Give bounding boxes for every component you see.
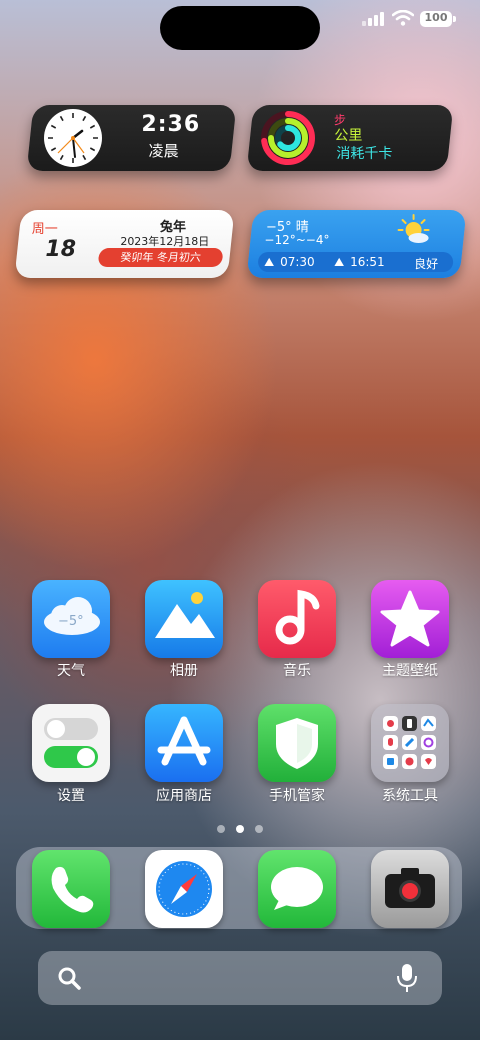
dock-phone[interactable] xyxy=(32,850,110,928)
app-store-icon xyxy=(157,716,211,766)
page-dot-1[interactable] xyxy=(217,825,225,833)
app-label-photos: 相册 xyxy=(170,663,198,679)
activity-calories-label: 消耗千卡 xyxy=(336,146,393,162)
mountain-photo-icon xyxy=(155,592,215,638)
phone-icon xyxy=(51,866,94,913)
sun-cloud-icon xyxy=(397,214,430,243)
dynamic-island xyxy=(160,6,320,50)
sunrise-icon: ⛰ xyxy=(264,255,275,269)
folder-grid-icon xyxy=(383,716,436,769)
calendar-widget[interactable]: 周一 18 兔年 2023年12月18日 癸卯年 冬月初六 xyxy=(14,210,235,278)
clock-period: 凌晨 xyxy=(148,142,179,160)
toggle-switch-icon xyxy=(44,718,98,768)
battery-icon: 100 xyxy=(420,11,452,27)
sunset-icon: ⛰ xyxy=(334,255,345,269)
microphone-icon[interactable] xyxy=(396,963,418,993)
page-dot-3[interactable] xyxy=(255,825,263,833)
app-label-settings: 设置 xyxy=(57,788,85,804)
app-music[interactable] xyxy=(258,580,336,658)
calendar-weekday: 周一 xyxy=(31,222,58,237)
star-icon xyxy=(380,590,440,647)
weather-icon-temp: −5° xyxy=(58,614,84,629)
calendar-date: 2023年12月18日 xyxy=(120,235,210,248)
sunrise-time: 07:30 xyxy=(280,255,315,269)
air-quality: 良好 xyxy=(414,257,439,271)
camera-icon xyxy=(385,868,435,908)
shield-icon xyxy=(276,718,318,769)
app-label-store: 应用商店 xyxy=(156,788,212,804)
clock-time: 2:36 xyxy=(141,112,201,137)
activity-rings-icon xyxy=(261,111,315,165)
calendar-lunar-badge: 癸卯年 冬月初六 xyxy=(97,248,224,267)
app-label-weather: 天气 xyxy=(57,663,85,679)
app-settings[interactable] xyxy=(32,704,110,782)
app-theme-wallpaper[interactable] xyxy=(371,580,449,658)
app-folder-system-tools[interactable] xyxy=(371,704,449,782)
calendar-day: 18 xyxy=(45,237,77,262)
wifi-icon xyxy=(392,10,414,26)
message-bubble-icon xyxy=(271,867,323,910)
search-icon xyxy=(58,967,81,990)
weather-widget[interactable]: −5° 晴 −12°~−4° ⛰ 07:30 ⛰ 16:51 良好 xyxy=(246,210,467,278)
app-store[interactable] xyxy=(145,704,223,782)
weather-range: −12°~−4° xyxy=(264,233,330,247)
battery-cap xyxy=(453,16,456,22)
battery-level: 100 xyxy=(424,11,448,24)
app-label-music: 音乐 xyxy=(283,663,311,679)
search-bar[interactable] xyxy=(38,951,442,1005)
app-phone-manager[interactable] xyxy=(258,704,336,782)
app-label-phone-manager: 手机管家 xyxy=(269,788,325,804)
cellular-signal-icon xyxy=(362,12,384,26)
music-note-icon xyxy=(275,589,320,645)
clock-widget[interactable]: 2:36 凌晨 xyxy=(26,105,237,171)
weather-sun-bar: ⛰ 07:30 ⛰ 16:51 良好 xyxy=(258,252,454,272)
app-weather[interactable]: −5° xyxy=(32,580,110,658)
activity-widget[interactable]: 步 公里 消耗千卡 xyxy=(246,105,454,171)
dock-camera[interactable] xyxy=(371,850,449,928)
compass-icon xyxy=(156,861,212,917)
page-dot-2-active[interactable] xyxy=(236,825,244,833)
analog-clock-icon xyxy=(44,109,102,167)
dock-browser[interactable] xyxy=(145,850,223,928)
dock-messages[interactable] xyxy=(258,850,336,928)
app-label-theme: 主题壁纸 xyxy=(382,663,438,679)
app-photos[interactable] xyxy=(145,580,223,658)
sunset-time: 16:51 xyxy=(350,255,385,269)
activity-distance-label: 公里 xyxy=(334,128,363,144)
app-label-system-tools: 系统工具 xyxy=(382,788,438,804)
